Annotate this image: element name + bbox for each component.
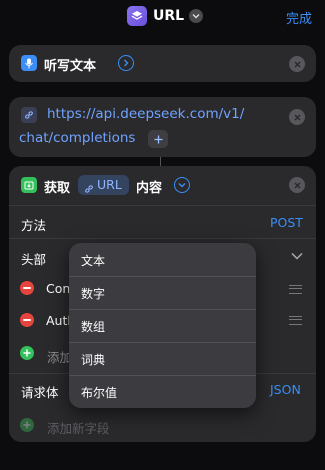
close-icon xyxy=(293,113,301,121)
add-field-button[interactable] xyxy=(20,418,34,432)
dictate-text-action[interactable]: 听写文本 xyxy=(9,45,316,82)
link-icon xyxy=(84,179,94,198)
remove-action-button[interactable] xyxy=(289,56,305,72)
menu-item-dictionary[interactable]: 词典 xyxy=(69,342,256,375)
plus-icon xyxy=(154,135,162,143)
download-icon xyxy=(21,177,37,193)
get-contents-verb: 获取 xyxy=(44,181,71,196)
headers-label: 头部 xyxy=(21,252,47,267)
method-value[interactable]: POST xyxy=(270,215,303,230)
get-contents-suffix: 内容 xyxy=(136,181,163,196)
drag-handle-icon[interactable] xyxy=(289,316,302,325)
delete-header-button[interactable] xyxy=(20,281,34,295)
close-icon xyxy=(293,181,301,189)
method-label: 方法 xyxy=(21,218,47,233)
delete-header-button[interactable] xyxy=(20,313,34,327)
done-button[interactable]: 完成 xyxy=(286,8,312,27)
top-bar: URL 完成 xyxy=(0,0,325,34)
plus-icon xyxy=(23,349,31,357)
url-text-line2[interactable]: chat/completions xyxy=(19,130,135,146)
menu-item-boolean[interactable]: 布尔值 xyxy=(69,375,256,408)
request-body-value[interactable]: JSON xyxy=(270,382,301,397)
close-icon xyxy=(293,60,301,68)
menu-item-number[interactable]: 数字 xyxy=(69,276,256,309)
link-icon xyxy=(21,107,37,123)
layers-icon xyxy=(127,6,147,26)
add-header-button[interactable] xyxy=(20,346,34,360)
add-variable-button[interactable] xyxy=(148,130,168,148)
chevron-right-icon[interactable] xyxy=(118,55,134,71)
plus-icon xyxy=(23,421,31,429)
url-action[interactable]: https://api.deepseek.com/v1/ chat/comple… xyxy=(9,97,316,157)
divider xyxy=(9,238,316,239)
dictate-text-label: 听写文本 xyxy=(44,59,97,74)
header-key[interactable]: Con xyxy=(46,281,70,296)
chevron-down-icon xyxy=(189,9,204,23)
divider xyxy=(9,205,316,206)
shortcut-title: URL xyxy=(153,8,185,24)
connector-line xyxy=(160,157,161,166)
menu-item-text[interactable]: 文本 xyxy=(69,243,256,276)
microphone-icon xyxy=(21,55,37,71)
drag-handle-icon[interactable] xyxy=(289,285,302,294)
type-menu: 文本 数字 数组 词典 布尔值 xyxy=(69,243,256,408)
chevron-down-icon[interactable] xyxy=(174,177,190,193)
chevron-down-icon[interactable] xyxy=(291,252,303,260)
remove-action-button[interactable] xyxy=(289,109,305,125)
menu-item-array[interactable]: 数组 xyxy=(69,309,256,342)
request-body-label: 请求体 xyxy=(21,385,59,400)
url-variable-token[interactable]: URL xyxy=(78,175,129,195)
url-text-line1[interactable]: https://api.deepseek.com/v1/ xyxy=(47,106,244,122)
url-token-label: URL xyxy=(97,177,122,192)
add-field-label[interactable]: 添加新字段 xyxy=(47,418,110,437)
remove-action-button[interactable] xyxy=(289,177,305,193)
shortcut-title-menu[interactable]: URL xyxy=(127,5,204,27)
